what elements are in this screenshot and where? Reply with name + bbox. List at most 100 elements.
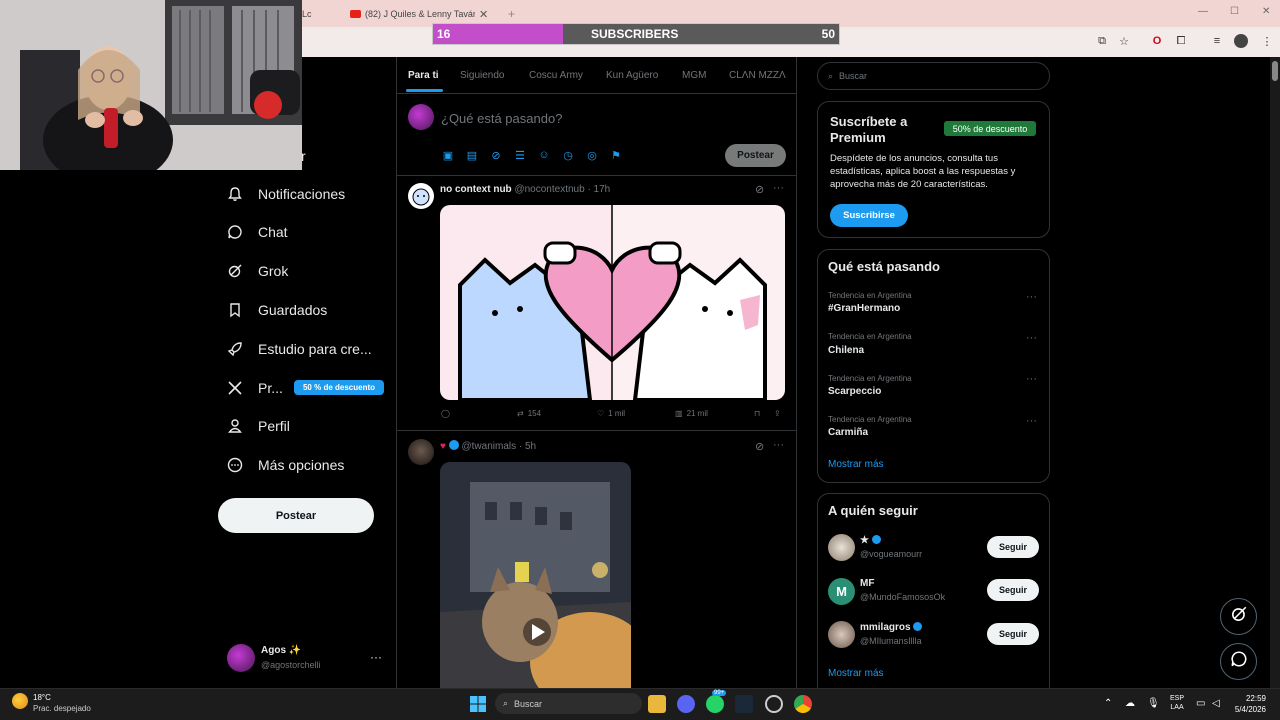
file-explorer-icon[interactable] <box>648 695 666 713</box>
extensions-icon[interactable]: ⧠ <box>1174 34 1188 48</box>
follow-button[interactable]: Seguir <box>987 623 1039 645</box>
schedule-icon[interactable]: ◷ <box>562 149 574 162</box>
image-icon[interactable]: ▣ <box>442 149 454 162</box>
grok-explain-icon[interactable]: ⊘ <box>755 440 764 453</box>
trend-topic[interactable]: Carmiña <box>828 427 868 438</box>
post-handle[interactable]: @nocontextnub <box>514 184 584 195</box>
whatsapp-icon[interactable] <box>706 695 724 713</box>
browser-menu-icon[interactable]: ⋮ <box>1260 34 1274 48</box>
weather-temp[interactable]: 18°C <box>33 693 51 702</box>
browser-tab-youtube[interactable]: (82) J Quiles & Lenny Tavárez ✕ <box>350 5 500 23</box>
post-handle[interactable]: @twanimals <box>462 441 517 452</box>
compose-post-button[interactable]: Postear <box>725 144 786 167</box>
follow-avatar[interactable] <box>828 621 855 648</box>
follow-button[interactable]: Seguir <box>987 536 1039 558</box>
page-scrollbar[interactable] <box>1270 57 1280 688</box>
reply-button[interactable]: ◯ <box>441 409 450 418</box>
steam-icon[interactable] <box>735 695 753 713</box>
search-input[interactable]: ⌕ Buscar <box>817 62 1050 90</box>
follow-show-more[interactable]: Mostrar más <box>828 668 884 679</box>
trend-topic[interactable]: #GranHermano <box>828 303 900 314</box>
tab-kun-aguero[interactable]: Kun Agüero <box>606 70 658 81</box>
nav-mas-opciones[interactable]: Más opciones <box>226 450 344 480</box>
trend-topic[interactable]: Scarpeccio <box>828 386 881 397</box>
account-menu-icon[interactable]: ··· <box>370 650 382 664</box>
clock[interactable]: 22:59 5/4/2026 <box>1230 693 1266 715</box>
microphone-icon[interactable]: 🎙 <box>1147 698 1160 709</box>
close-window-icon[interactable]: ✕ <box>1262 6 1270 17</box>
trend-more-icon[interactable]: ··· <box>1026 332 1037 344</box>
gif-icon[interactable]: ▤ <box>466 149 478 162</box>
language-indicator[interactable]: ESP LAA <box>1170 694 1184 712</box>
trending-show-more[interactable]: Mostrar más <box>828 459 884 470</box>
trend-topic[interactable]: Chilena <box>828 345 864 356</box>
taskbar-search[interactable]: ⌕ Buscar <box>495 693 642 714</box>
trend-more-icon[interactable]: ··· <box>1026 373 1037 385</box>
bookmark-button[interactable]: ⊓ <box>754 409 760 418</box>
post-button[interactable]: Postear <box>218 498 374 533</box>
nav-premium[interactable]: Pr... <box>226 373 283 403</box>
nav-perfil[interactable]: Perfil <box>226 411 290 441</box>
browser-tab[interactable]: Lc <box>302 5 320 23</box>
scrollbar-thumb[interactable] <box>1272 61 1278 81</box>
follow-avatar[interactable] <box>828 534 855 561</box>
start-menu-icon[interactable] <box>469 695 487 713</box>
star-icon[interactable]: ☆ <box>1117 34 1131 48</box>
like-button[interactable]: ♡ 1 mil <box>597 409 625 418</box>
share-button[interactable]: ⇪ <box>774 409 781 418</box>
follow-button[interactable]: Seguir <box>987 579 1039 601</box>
post-video[interactable] <box>440 462 631 688</box>
chrome-icon[interactable] <box>794 695 812 713</box>
follow-name[interactable]: MF <box>860 578 874 589</box>
tab-clan-mzza[interactable]: CLΛN MZZΛ <box>729 70 786 81</box>
trend-more-icon[interactable]: ··· <box>1026 415 1037 427</box>
flag-icon[interactable]: ⚑ <box>610 149 622 162</box>
close-tab-icon[interactable]: ✕ <box>479 8 488 21</box>
nav-estudio[interactable]: Estudio para cre... <box>226 334 372 364</box>
cloud-icon[interactable]: ☁ <box>1125 698 1135 709</box>
compose-input[interactable]: ¿Qué está pasando? <box>441 111 562 126</box>
volume-icon[interactable]: ◁ <box>1212 698 1220 709</box>
network-icon[interactable]: ▭ <box>1196 698 1205 709</box>
obs-icon[interactable] <box>765 695 783 713</box>
post-author[interactable]: no context nub <box>440 184 512 195</box>
opera-icon[interactable]: O <box>1150 34 1164 48</box>
retweet-button[interactable]: ⇄ 154 <box>517 409 541 418</box>
grok-icon[interactable]: ⊘ <box>490 149 502 162</box>
post-image[interactable] <box>440 205 785 400</box>
tab-coscu-army[interactable]: Coscu Army <box>529 70 583 81</box>
follow-name[interactable]: ★ <box>860 535 881 546</box>
nav-guardados[interactable]: Guardados <box>226 295 327 325</box>
nav-chat[interactable]: Chat <box>226 217 288 247</box>
grok-explain-icon[interactable]: ⊘ <box>755 183 764 196</box>
more-icon[interactable]: ··· <box>773 439 784 451</box>
install-app-icon[interactable]: ⧉ <box>1095 34 1109 48</box>
discord-icon[interactable] <box>677 695 695 713</box>
account-avatar[interactable] <box>227 644 255 672</box>
trend-more-icon[interactable]: ··· <box>1026 291 1037 303</box>
tab-para-ti[interactable]: Para ti <box>408 70 439 81</box>
tab-mgm[interactable]: MGM <box>682 70 706 81</box>
post-avatar[interactable] <box>408 439 434 465</box>
emoji-icon[interactable]: ☺ <box>538 149 550 161</box>
nav-grok[interactable]: Grok <box>226 256 288 286</box>
new-tab-button[interactable]: + <box>508 5 515 23</box>
nav-notificaciones[interactable]: Notificaciones <box>226 179 345 209</box>
maximize-icon[interactable]: ☐ <box>1230 6 1239 17</box>
location-icon[interactable]: ◎ <box>586 149 598 162</box>
composer-avatar[interactable] <box>408 104 434 130</box>
post-avatar[interactable] <box>408 183 434 209</box>
follow-name[interactable]: mmilagros <box>860 622 923 633</box>
grok-fab[interactable] <box>1220 598 1257 635</box>
subscribe-button[interactable]: Suscribirse <box>830 204 908 227</box>
tab-siguiendo[interactable]: Siguiendo <box>460 70 504 81</box>
views-button[interactable]: ▥ 21 mil <box>675 409 708 418</box>
more-icon[interactable]: ··· <box>773 182 784 194</box>
messages-fab[interactable] <box>1220 643 1257 680</box>
playlist-icon[interactable]: ≡ <box>1210 34 1224 48</box>
poll-icon[interactable]: ☰ <box>514 149 526 162</box>
follow-avatar[interactable]: M <box>828 578 855 605</box>
weather-icon[interactable] <box>12 693 28 709</box>
profile-avatar[interactable] <box>1234 34 1248 48</box>
minimize-icon[interactable]: — <box>1198 6 1208 17</box>
